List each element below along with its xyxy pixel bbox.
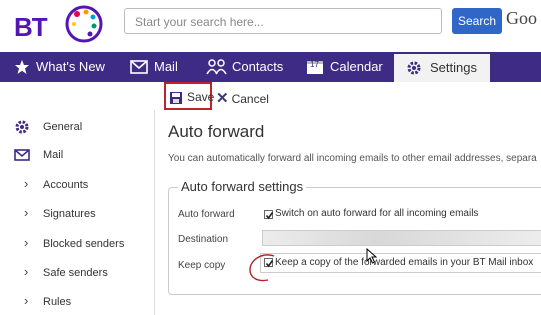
sidebar-item-label: Rules (43, 296, 72, 308)
close-icon: ✕ (216, 90, 229, 107)
save-label: Save (187, 90, 215, 104)
sidebar-item-label: Mail (43, 149, 64, 161)
people-icon (206, 59, 227, 75)
nav-contacts[interactable]: Contacts (206, 52, 286, 82)
auto-forward-checkbox[interactable] (264, 210, 274, 220)
sidebar-item-label: General (43, 121, 83, 133)
destination-input[interactable] (262, 230, 541, 246)
destination-label: Destination (178, 234, 229, 245)
nav-label: Settings (430, 60, 477, 75)
chevron-right-icon: › (24, 235, 29, 250)
nav-label: Mail (154, 59, 178, 74)
sidebar-item-label: Accounts (43, 179, 89, 191)
logo-text: BT (14, 12, 48, 42)
nav-label: Calendar (330, 59, 383, 74)
sidebar-item-label: Signatures (43, 208, 96, 220)
page-description: You can automatically forward all incomi… (168, 153, 537, 164)
main-content: Auto forward You can automatically forwa… (156, 110, 541, 315)
sidebar-item-signatures[interactable]: › Signatures (0, 203, 155, 227)
settings-sidebar: General Mail › Accounts › Signatures › B… (0, 110, 155, 315)
cancel-button[interactable]: ✕ Cancel (216, 89, 269, 107)
page-title: Auto forward (168, 122, 265, 141)
header: BT Start your search here... Search Goo (0, 0, 541, 52)
envelope-icon (14, 149, 30, 161)
auto-forward-text: Switch on auto forward for all incoming … (275, 208, 479, 219)
nav-label: Contacts (232, 59, 284, 74)
checkmark-icon (265, 212, 274, 220)
save-icon (170, 92, 182, 104)
search-button[interactable]: Search (452, 8, 502, 34)
chevron-right-icon: › (24, 264, 29, 279)
chevron-right-icon: › (24, 176, 29, 191)
annotation-circle-icon (249, 254, 275, 282)
nav-mail[interactable]: Mail (130, 52, 180, 82)
gear-icon (407, 61, 421, 75)
envelope-icon (130, 60, 148, 74)
section-title: Auto forward settings (178, 179, 307, 194)
nav-whats-new[interactable]: What's New (14, 52, 105, 82)
sidebar-item-rules[interactable]: › Rules (0, 291, 155, 315)
gear-icon (15, 120, 29, 134)
nav-calendar[interactable]: 17 Calendar (306, 52, 386, 82)
cancel-label: Cancel (231, 92, 269, 106)
search-input[interactable]: Start your search here... (124, 8, 442, 34)
bt-globe-icon (65, 5, 103, 43)
chevron-right-icon: › (24, 293, 29, 308)
nav-settings[interactable]: Settings (394, 54, 490, 82)
save-button[interactable]: Save (164, 82, 215, 110)
sidebar-item-label: Blocked senders (43, 238, 125, 250)
keep-copy-text: Keep a copy of the forwarded emails in y… (275, 257, 534, 268)
chevron-right-icon: › (24, 205, 29, 220)
sidebar-item-mail[interactable]: Mail (0, 144, 155, 168)
sidebar-item-accounts[interactable]: › Accounts (0, 174, 155, 198)
sidebar-item-general[interactable]: General (0, 116, 155, 140)
google-logo-fragment: Goo (506, 8, 537, 28)
nav-label: What's New (36, 59, 105, 74)
sidebar-item-label: Safe senders (43, 267, 108, 279)
calendar-icon-day: 17 (310, 60, 319, 69)
keep-copy-label: Keep copy (178, 260, 226, 271)
mouse-cursor-icon (366, 248, 378, 264)
star-icon (15, 60, 29, 74)
search-placeholder: Start your search here... (135, 15, 264, 29)
bt-logo[interactable]: BT (6, 2, 103, 46)
toolbar: Save ✕ Cancel (0, 82, 541, 110)
sidebar-item-safe-senders[interactable]: › Safe senders (0, 262, 155, 286)
sidebar-item-blocked-senders[interactable]: › Blocked senders (0, 233, 155, 257)
auto-forward-label: Auto forward (178, 209, 235, 220)
